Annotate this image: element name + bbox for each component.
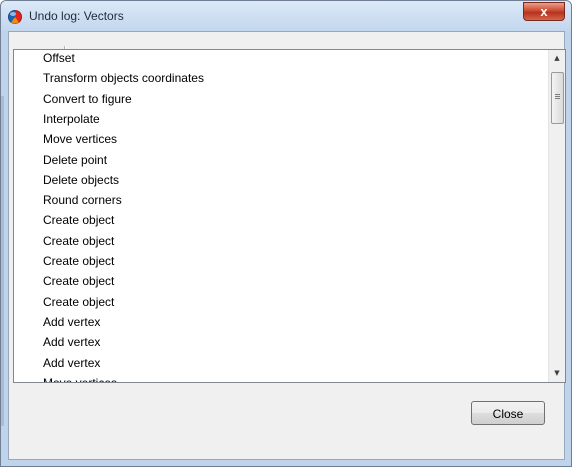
list-item[interactable]: Delete point — [43, 150, 107, 170]
list-item[interactable]: Offset — [43, 50, 75, 68]
window-left-edge — [1, 96, 4, 426]
list-item[interactable]: Move vertices — [43, 129, 117, 149]
scrollbar-thumb[interactable] — [551, 72, 564, 124]
list-item[interactable]: Interpolate — [43, 109, 100, 129]
list-item[interactable]: Add vertex — [43, 332, 100, 352]
list-item[interactable]: Round corners — [43, 190, 122, 210]
title-bar[interactable]: Undo log: Vectors x — [1, 1, 571, 31]
app-globe-icon — [8, 10, 22, 24]
undo-log-window: Undo log: Vectors x Offset Transform obj… — [0, 0, 572, 467]
close-button[interactable]: Close — [471, 401, 545, 425]
list-item[interactable]: Add vertex — [43, 353, 100, 373]
scroll-up-arrow-icon[interactable]: ▲ — [549, 50, 565, 67]
list-item[interactable]: Create object — [43, 251, 114, 271]
list-item[interactable]: Create object — [43, 292, 114, 312]
list-item[interactable]: Add vertex — [43, 312, 100, 332]
undo-history-list[interactable]: Offset Transform objects coordinates Conve… — [13, 49, 566, 383]
list-item[interactable]: Convert to figure — [43, 89, 132, 109]
vertical-scrollbar[interactable]: ▲ ▼ — [548, 50, 565, 382]
list-item[interactable]: Create object — [43, 231, 114, 251]
scrollbar-grip-icon — [555, 94, 560, 95]
list-item[interactable]: Create object — [43, 210, 114, 230]
list-item[interactable]: Delete objects — [43, 170, 119, 190]
scroll-down-arrow-icon[interactable]: ▼ — [549, 365, 565, 382]
list-item[interactable]: Move vertices — [43, 373, 117, 382]
window-close-button[interactable]: x — [523, 2, 565, 21]
window-title: Undo log: Vectors — [29, 9, 124, 23]
list-item[interactable]: Create object — [43, 271, 114, 291]
list-item[interactable]: Transform objects coordinates — [43, 68, 204, 88]
